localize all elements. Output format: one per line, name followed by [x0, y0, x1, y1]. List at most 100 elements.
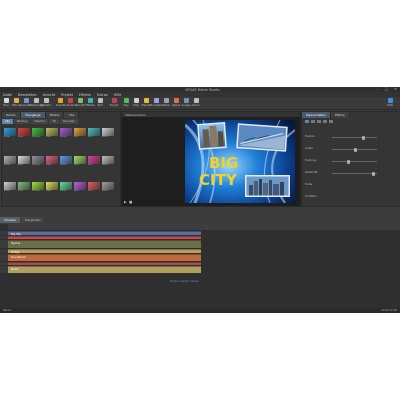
- timeline-clip[interactable]: Ambience: [8, 262, 201, 265]
- help-button[interactable]: Hilfe: [386, 98, 394, 108]
- transition-thumbnail[interactable]: Welle: [74, 128, 86, 139]
- record-button[interactable]: Aufnahme: [63, 98, 77, 108]
- menu-item[interactable]: Projekt: [61, 93, 73, 97]
- rotation-slider[interactable]: [332, 159, 377, 164]
- transition-thumbnail[interactable]: Blende: [4, 182, 16, 193]
- snap-button[interactable]: Einrasten: [150, 98, 162, 108]
- property-label: Deckkraft: [305, 171, 318, 174]
- play-icon[interactable]: ▶: [124, 200, 127, 204]
- opacity-slider[interactable]: [332, 171, 377, 176]
- menu-item[interactable]: Ansicht: [43, 93, 56, 97]
- transition-label: Drehen: [60, 190, 67, 192]
- minimize-icon[interactable]: –: [375, 87, 380, 91]
- new-button[interactable]: Neu: [2, 98, 10, 108]
- tab-media[interactable]: Medien: [2, 112, 22, 118]
- transition-thumbnail[interactable]: Zoom: [46, 182, 58, 193]
- ripple-button[interactable]: Ripple: [172, 98, 180, 108]
- transition-thumbnail[interactable]: Schieben: [32, 182, 44, 193]
- transition-thumbnail[interactable]: Kreuz: [18, 156, 30, 167]
- transition-thumbnail[interactable]: Kreis: [88, 182, 100, 193]
- transition-thumbnail[interactable]: Würfel: [102, 128, 114, 139]
- timeline-track: Ambience: [0, 262, 400, 265]
- preview-controls: ▶ ■: [124, 200, 182, 204]
- transition-label: Schieben: [32, 190, 41, 192]
- stop-icon[interactable]: ■: [129, 200, 132, 204]
- transition-thumbnail[interactable]: Würfel: [102, 156, 114, 167]
- subtab-all[interactable]: Alle: [2, 119, 13, 124]
- fx-button[interactable]: Effekte: [85, 98, 95, 108]
- subtab-favorites[interactable]: Favoriten: [60, 119, 79, 124]
- zoom-button[interactable]: Zoom: [192, 98, 200, 108]
- transition-thumbnail[interactable]: Drehen: [60, 156, 72, 167]
- cut-icon: [77, 98, 83, 103]
- menu-item[interactable]: Datei: [3, 93, 12, 97]
- menu-item[interactable]: Bearbeiten: [18, 93, 37, 97]
- media-subtabs: Alle Blenden Wischen 3D Favoriten: [2, 119, 79, 124]
- menu-item[interactable]: Effekte: [79, 93, 91, 97]
- export-button[interactable]: Export: [110, 98, 118, 108]
- text-button[interactable]: Text: [96, 98, 104, 108]
- transition-thumbnail[interactable]: Würfel: [102, 182, 114, 193]
- transition-label: Blende: [4, 164, 11, 166]
- play-button[interactable]: Play: [122, 98, 130, 108]
- tab-titles[interactable]: Titel: [64, 112, 80, 118]
- tab-storyboard[interactable]: Storyboard: [20, 217, 45, 223]
- timeline-ruler[interactable]: [8, 224, 400, 230]
- redo-button[interactable]: Wiederh.: [40, 98, 52, 108]
- marker-button[interactable]: Marker: [142, 98, 150, 108]
- align-left-icon[interactable]: [305, 120, 309, 123]
- transition-thumbnail[interactable]: Welle: [74, 156, 86, 167]
- transition-thumbnail[interactable]: Schieben: [32, 156, 44, 167]
- transition-thumbnail[interactable]: Drehen: [60, 128, 72, 139]
- tab-prop-effects[interactable]: Effekte: [330, 112, 350, 118]
- timeline-track: Skyline: [0, 240, 400, 248]
- grid-button[interactable]: Raster: [162, 98, 170, 108]
- transition-thumbnail[interactable]: Kreis: [88, 128, 100, 139]
- tab-effects[interactable]: Effekte: [45, 112, 65, 118]
- timeline-area: Medien hierher ziehen Big CityCity Intro…: [0, 224, 400, 308]
- undo-button[interactable]: Rückgängig: [28, 98, 44, 108]
- bold-icon[interactable]: [323, 120, 327, 123]
- property-row: Position: [305, 134, 315, 138]
- tab-properties[interactable]: Eigenschaften: [302, 112, 331, 118]
- timeline-clip[interactable]: Big City: [8, 231, 201, 236]
- timeline-clip[interactable]: City Intro: [8, 236, 201, 239]
- size-slider[interactable]: [332, 147, 377, 152]
- transition-thumbnail[interactable]: Kreuz: [18, 128, 30, 139]
- align-center-icon[interactable]: [311, 120, 315, 123]
- timeline-clip[interactable]: Bridge: [8, 249, 201, 254]
- transition-thumbnail[interactable]: Drehen: [60, 182, 72, 193]
- italic-icon[interactable]: [329, 120, 333, 123]
- menu-item[interactable]: Hilfe: [114, 93, 122, 97]
- timeline-clip[interactable]: Musik: [8, 266, 201, 273]
- transition-thumbnail[interactable]: Kreuz: [18, 182, 30, 193]
- timeline-clip[interactable]: Skyline: [8, 240, 201, 248]
- transition-thumbnail[interactable]: Blende: [4, 128, 16, 139]
- close-icon[interactable]: ×: [393, 87, 398, 91]
- transition-thumbnail[interactable]: Blende: [4, 156, 16, 167]
- link-button[interactable]: Gruppe: [181, 98, 191, 108]
- grid-icon: [163, 98, 169, 103]
- toolbar-button-label: Stop: [133, 104, 139, 107]
- cut-button[interactable]: Schnitt: [75, 98, 85, 108]
- maximize-icon[interactable]: □: [384, 87, 389, 91]
- subtab-3d[interactable]: 3D: [49, 119, 59, 124]
- subtab-fades[interactable]: Blenden: [13, 119, 31, 124]
- tab-transitions[interactable]: Übergänge: [21, 112, 46, 118]
- video-frame[interactable]: BIG CITY: [185, 120, 295, 203]
- transition-label: Würfel: [102, 136, 108, 138]
- transition-thumbnail[interactable]: Welle: [74, 182, 86, 193]
- tab-timeline[interactable]: Timeline: [0, 217, 20, 223]
- transition-thumbnail[interactable]: Schieben: [32, 128, 44, 139]
- transition-row: Blende Kreuz Schieben Zoom Drehen Welle Kreis W…: [4, 156, 118, 167]
- photo-skyline: [245, 175, 290, 197]
- subtab-wipes[interactable]: Wischen: [31, 119, 49, 124]
- menu-item[interactable]: Extras: [97, 93, 108, 97]
- transition-thumbnail[interactable]: Zoom: [46, 156, 58, 167]
- transition-thumbnail[interactable]: Kreis: [88, 156, 100, 167]
- stop-button[interactable]: Stop: [132, 98, 140, 108]
- timeline-clip[interactable]: Soundtrack: [8, 254, 201, 261]
- align-right-icon[interactable]: [317, 120, 321, 123]
- position-slider[interactable]: [332, 135, 377, 140]
- transition-thumbnail[interactable]: Zoom: [46, 128, 58, 139]
